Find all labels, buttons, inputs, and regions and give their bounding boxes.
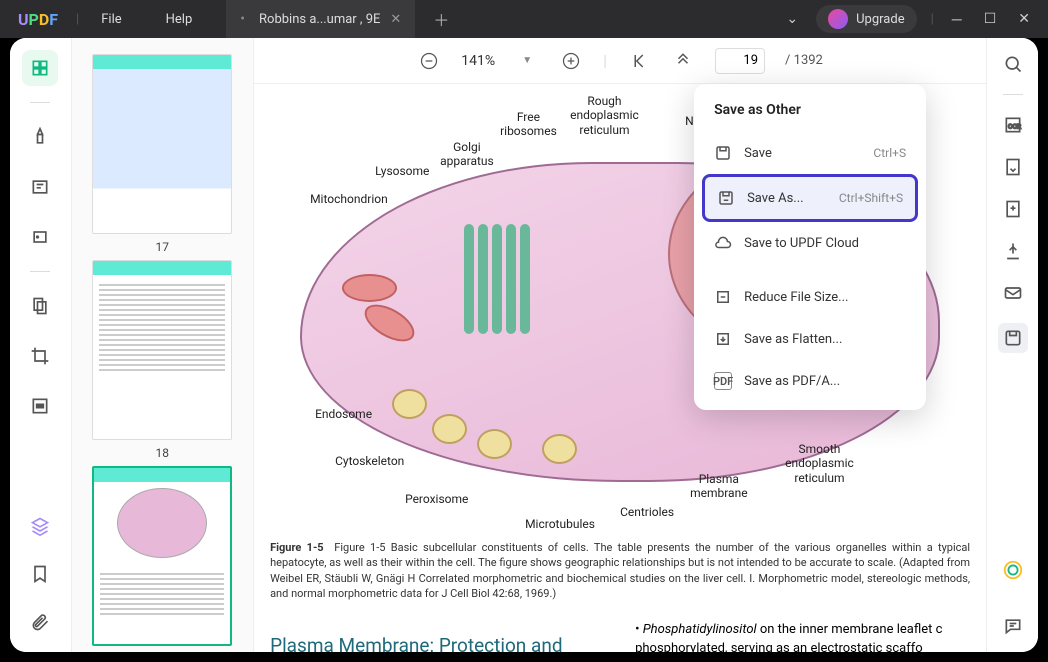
prev-page-icon[interactable] bbox=[671, 49, 695, 73]
zoom-value: 141% bbox=[461, 53, 495, 69]
pdfa-icon: PDF bbox=[714, 372, 732, 390]
close-window-icon[interactable]: ✕ bbox=[1014, 11, 1034, 27]
menu-label: Save As... bbox=[747, 191, 804, 206]
menu-save[interactable]: Save Ctrl+S bbox=[702, 132, 918, 174]
text-edit-icon[interactable] bbox=[22, 169, 58, 205]
save-as-icon bbox=[717, 189, 735, 207]
menu-save-cloud[interactable]: Save to UPDF Cloud bbox=[702, 222, 918, 264]
separator: | bbox=[931, 12, 934, 27]
ai-assistant-icon[interactable] bbox=[1001, 558, 1025, 582]
section-title: Plasma Membrane: Protection and Nutrient… bbox=[270, 634, 605, 652]
thumbnail-19[interactable]: 19 bbox=[92, 466, 232, 652]
cloud-icon bbox=[714, 234, 732, 252]
tab-title: Robbins a...umar , 9E bbox=[259, 12, 380, 27]
email-icon[interactable] bbox=[1001, 281, 1025, 305]
attachment-icon[interactable] bbox=[22, 604, 58, 640]
svg-text:OCR: OCR bbox=[1008, 122, 1021, 130]
thumbnail-17[interactable]: 17 bbox=[92, 54, 232, 254]
label-plasma-membrane: Plasma membrane bbox=[690, 472, 748, 501]
menu-save-pdfa[interactable]: PDF Save as PDF/A... bbox=[702, 360, 918, 402]
maximize-icon[interactable]: ☐ bbox=[980, 11, 1001, 27]
form-icon[interactable] bbox=[22, 219, 58, 255]
menu-file[interactable]: File bbox=[79, 12, 143, 27]
layers-icon[interactable] bbox=[22, 508, 58, 544]
titlebar: UPDF | File Help • Robbins a...umar , 9E… bbox=[0, 0, 1048, 38]
document-tab[interactable]: • Robbins a...umar , 9E ✕ bbox=[226, 0, 415, 38]
label-rough-er: Rough endoplasmic reticulum bbox=[570, 94, 639, 137]
save-icon bbox=[714, 144, 732, 162]
avatar bbox=[828, 9, 848, 29]
label-free-ribosomes: Free ribosomes bbox=[500, 110, 557, 139]
app-logo: UPDF bbox=[0, 10, 76, 29]
label-centrioles: Centrioles bbox=[620, 505, 674, 519]
tab-indicator-icon: • bbox=[240, 11, 245, 27]
view-toolbar: 141% ▼ | / 1392 bbox=[254, 38, 986, 84]
ocr-icon[interactable]: OCR bbox=[1001, 113, 1025, 137]
search-icon[interactable] bbox=[1001, 52, 1025, 76]
thumbnails-panel: 17 18 19 bbox=[72, 38, 255, 652]
menu-label: Reduce File Size... bbox=[744, 290, 848, 305]
add-tab-button[interactable]: ＋ bbox=[433, 7, 449, 31]
right-rail: OCR bbox=[986, 38, 1038, 652]
convert-icon[interactable] bbox=[1001, 155, 1025, 179]
menu-label: Save as Flatten... bbox=[744, 332, 842, 347]
chevron-down-icon[interactable]: ⌄ bbox=[782, 11, 802, 27]
page-input[interactable] bbox=[715, 48, 765, 74]
label-golgi: Golgi apparatus bbox=[440, 140, 494, 169]
menu-save-flatten[interactable]: Save as Flatten... bbox=[702, 318, 918, 360]
export-icon[interactable] bbox=[1001, 197, 1025, 221]
save-other-icon[interactable] bbox=[998, 323, 1028, 353]
crop-icon[interactable] bbox=[22, 338, 58, 374]
first-page-icon[interactable] bbox=[627, 49, 651, 73]
label-endosome: Endosome bbox=[315, 407, 372, 421]
menu-reduce-size[interactable]: Reduce File Size... bbox=[702, 276, 918, 318]
close-icon[interactable]: ✕ bbox=[390, 12, 401, 27]
thumb-number: 17 bbox=[92, 240, 232, 254]
label-cytoskeleton: Cytoskeleton bbox=[335, 454, 404, 468]
figure-caption: Figure 1-5 Figure 1-5 Basic subcellular … bbox=[270, 540, 970, 602]
zoom-out-icon[interactable] bbox=[417, 49, 441, 73]
flatten-icon bbox=[714, 330, 732, 348]
popup-title: Save as Other bbox=[702, 92, 918, 132]
label-mitochondrion: Mitochondrion bbox=[310, 192, 388, 206]
zoom-in-icon[interactable] bbox=[559, 49, 583, 73]
menu-label: Save to UPDF Cloud bbox=[744, 236, 859, 251]
label-peroxisome: Peroxisome bbox=[405, 492, 468, 506]
thumb-number: 18 bbox=[92, 446, 232, 460]
comment-icon[interactable] bbox=[1001, 614, 1025, 638]
save-as-other-popup: Save as Other Save Ctrl+S Save As... Ctr… bbox=[694, 84, 926, 410]
menu-label: Save as PDF/A... bbox=[744, 374, 840, 389]
main-view: 141% ▼ | / 1392 Free r bbox=[254, 38, 986, 652]
menu-save-as[interactable]: Save As... Ctrl+Shift+S bbox=[702, 174, 918, 222]
bookmark-icon[interactable] bbox=[22, 556, 58, 592]
zoom-dropdown-icon[interactable]: ▼ bbox=[515, 49, 539, 73]
share-icon[interactable] bbox=[1001, 239, 1025, 263]
thumbnails-icon[interactable] bbox=[22, 50, 58, 86]
page-total: / 1392 bbox=[785, 53, 823, 68]
compress-icon bbox=[714, 288, 732, 306]
highlighter-icon[interactable] bbox=[22, 119, 58, 155]
pages-icon[interactable] bbox=[22, 288, 58, 324]
menu-label: Save bbox=[744, 146, 772, 161]
left-rail bbox=[10, 38, 72, 652]
label-smooth-er: Smooth endoplasmic reticulum bbox=[785, 442, 854, 485]
label-microtubules: Microtubules bbox=[525, 517, 595, 531]
upgrade-button[interactable]: Upgrade bbox=[816, 5, 916, 33]
label-lysosome: Lysosome bbox=[375, 164, 429, 178]
thumbnail-18[interactable]: 18 bbox=[92, 260, 232, 460]
upgrade-label: Upgrade bbox=[856, 12, 904, 27]
shortcut: Ctrl+Shift+S bbox=[839, 191, 903, 205]
menu-help[interactable]: Help bbox=[144, 12, 215, 27]
redact-icon[interactable] bbox=[22, 388, 58, 424]
minimize-icon[interactable]: ─ bbox=[948, 11, 966, 28]
body-text: • Phosphatidylinositol Phosphatidylinosi… bbox=[635, 620, 970, 652]
shortcut: Ctrl+S bbox=[873, 146, 906, 160]
